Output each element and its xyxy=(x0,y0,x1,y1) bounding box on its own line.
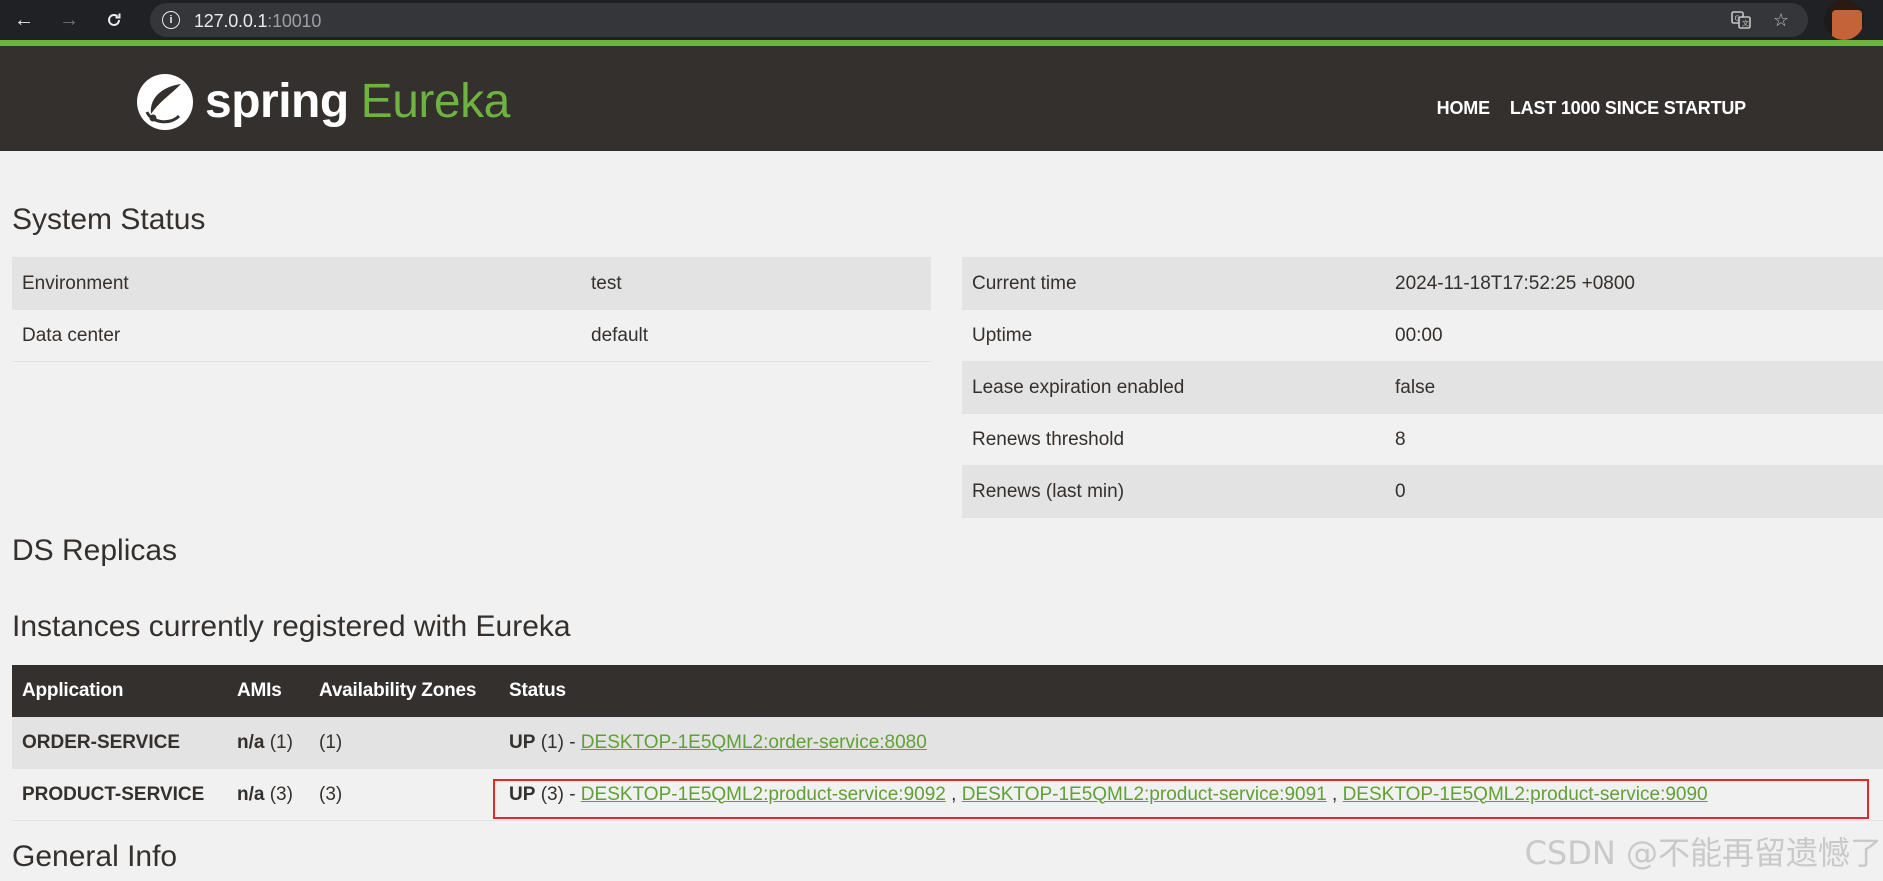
status-label: Current time xyxy=(962,257,1385,310)
status-value: 00:00 xyxy=(1385,309,1883,362)
back-arrow-icon[interactable]: ← xyxy=(10,6,38,34)
nav-last-1000-link[interactable]: LAST 1000 SINCE STARTUP xyxy=(1510,98,1746,119)
svg-text:G: G xyxy=(1735,15,1740,23)
amis-cell: n/a (3) xyxy=(227,768,309,821)
status-label: Environment xyxy=(12,257,581,310)
zones-cell: (3) xyxy=(309,768,499,821)
status-label: Data center xyxy=(12,309,581,362)
column-header-amis: AMIs xyxy=(227,665,309,717)
status-row-current-time: Current time 2024-11-18T17:52:25 +0800 xyxy=(962,257,1883,310)
general-info-title: General Info xyxy=(12,840,178,873)
instances-title: Instances currently registered with Eure… xyxy=(12,610,571,643)
instances-header-row: Application AMIs Availability Zones Stat… xyxy=(12,665,1883,717)
forward-arrow-icon[interactable]: → xyxy=(55,6,83,34)
zones-cell: (1) xyxy=(309,717,499,769)
status-value: 2024-11-18T17:52:25 +0800 xyxy=(1385,257,1883,310)
status-label: Lease expiration enabled xyxy=(962,361,1385,414)
status-row-lease-expiration: Lease expiration enabled false xyxy=(962,361,1883,414)
nav-home-link[interactable]: HOME xyxy=(1437,98,1490,119)
amis-cell: n/a (1) xyxy=(227,717,309,769)
status-value: test xyxy=(581,257,931,310)
status-value: default xyxy=(581,309,931,362)
system-status-left-table: Environment test Data center default xyxy=(12,257,931,362)
instance-row-order-service: ORDER-SERVICE n/a (1) (1) UP (1) - DESKT… xyxy=(12,717,1883,769)
instances-table: Application AMIs Availability Zones Stat… xyxy=(12,665,1883,821)
application-name: PRODUCT-SERVICE xyxy=(12,768,227,821)
instance-row-product-service: PRODUCT-SERVICE n/a (3) (3) UP (3) - DES… xyxy=(12,768,1883,821)
url-text[interactable]: 127.0.0.1:10010 xyxy=(194,11,321,32)
translate-icon[interactable]: G文 xyxy=(1730,9,1752,31)
logo-eureka-text: Eureka xyxy=(360,75,511,128)
logo-spring-text: spring xyxy=(205,75,349,128)
status-cell: UP (1) - DESKTOP-1E5QML2:order-service:8… xyxy=(499,717,1883,769)
status-row-data-center: Data center default xyxy=(12,309,931,362)
info-icon[interactable]: i xyxy=(162,11,180,29)
column-header-zones: Availability Zones xyxy=(309,665,499,717)
instance-link[interactable]: DESKTOP-1E5QML2:product-service:9092 xyxy=(581,784,946,805)
status-label: Renews threshold xyxy=(962,413,1385,466)
status-value: false xyxy=(1385,361,1883,414)
nav-links: HOME LAST 1000 SINCE STARTUP xyxy=(1437,98,1747,119)
column-header-status: Status xyxy=(499,665,1883,717)
status-value: 0 xyxy=(1385,465,1883,518)
eureka-navbar: spring Eureka HOME LAST 1000 SINCE STARTU… xyxy=(0,40,1883,151)
column-header-application: Application xyxy=(12,665,227,717)
application-name: ORDER-SERVICE xyxy=(12,717,227,769)
address-bar[interactable]: i 127.0.0.1:10010 G文 ☆ xyxy=(150,3,1808,37)
svg-text:文: 文 xyxy=(1742,19,1749,28)
browser-toolbar: ← → i 127.0.0.1:10010 G文 ☆ xyxy=(0,0,1883,40)
ds-replicas-title: DS Replicas xyxy=(12,534,178,567)
instance-link[interactable]: DESKTOP-1E5QML2:product-service:9090 xyxy=(1343,784,1708,805)
instance-link[interactable]: DESKTOP-1E5QML2:product-service:9091 xyxy=(962,784,1327,805)
spring-leaf-icon xyxy=(137,74,193,130)
status-row-uptime: Uptime 00:00 xyxy=(962,309,1883,362)
system-status-right-table: Current time 2024-11-18T17:52:25 +0800 U… xyxy=(962,257,1883,518)
status-label: Uptime xyxy=(962,309,1385,362)
instance-link[interactable]: DESKTOP-1E5QML2:order-service:8080 xyxy=(581,732,927,753)
status-row-renews-threshold: Renews threshold 8 xyxy=(962,413,1883,466)
system-status-title: System Status xyxy=(12,203,206,236)
status-label: Renews (last min) xyxy=(962,465,1385,518)
star-icon[interactable]: ☆ xyxy=(1770,9,1792,31)
watermark: CSDN @不能再留遗憾了 xyxy=(1524,834,1882,872)
avatar[interactable] xyxy=(1824,0,1864,40)
status-value: 8 xyxy=(1385,413,1883,466)
status-row-environment: Environment test xyxy=(12,257,931,310)
status-cell: UP (3) - DESKTOP-1E5QML2:product-service… xyxy=(499,768,1883,821)
reload-icon[interactable] xyxy=(100,6,128,34)
status-row-renews-last-min: Renews (last min) 0 xyxy=(962,465,1883,518)
